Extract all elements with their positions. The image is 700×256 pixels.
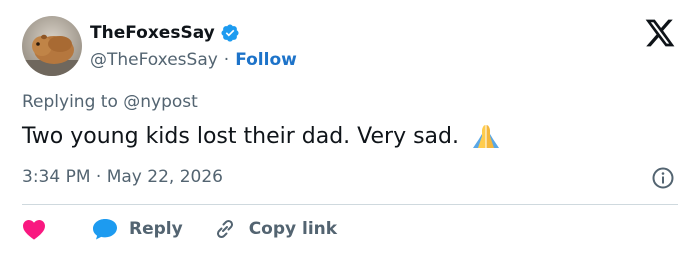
- speech-bubble-icon: [93, 219, 117, 240]
- copy-link-button[interactable]: Copy link: [213, 217, 337, 241]
- author-handle-row: @TheFoxesSay · Follow: [90, 48, 297, 72]
- avatar[interactable]: [22, 16, 82, 76]
- tweet-actions: Reply Copy link: [22, 214, 337, 244]
- guinea-pig-avatar-icon: [22, 16, 82, 76]
- tweet-timestamp[interactable]: 3:34 PM · May 22, 2026: [22, 167, 223, 187]
- tweet-card: TheFoxesSay @TheFoxesSay · Follow Replyi…: [0, 0, 700, 256]
- reply-button[interactable]: Reply: [91, 217, 183, 241]
- separator-dot: ·: [223, 50, 230, 70]
- tweet-text: Two young kids lost their dad. Very sad.: [22, 123, 459, 149]
- author-display-name[interactable]: TheFoxesSay: [90, 23, 215, 43]
- link-icon: [216, 219, 233, 239]
- divider: [22, 204, 678, 205]
- x-logo-icon[interactable]: [644, 18, 676, 48]
- info-icon[interactable]: [651, 166, 675, 190]
- tweet-text-row: Two young kids lost their dad. Very sad.: [22, 122, 503, 150]
- folded-hands-icon: [469, 122, 503, 150]
- like-button[interactable]: [22, 218, 46, 240]
- heart-icon: [23, 220, 45, 240]
- author-name-row: TheFoxesSay: [90, 20, 240, 46]
- follow-button[interactable]: Follow: [235, 50, 297, 70]
- verified-badge-icon: [220, 23, 240, 43]
- reply-label: Reply: [129, 219, 183, 239]
- replying-to-label: Replying to @nypost: [22, 92, 198, 112]
- author-handle[interactable]: @TheFoxesSay: [90, 50, 218, 70]
- copy-link-label: Copy link: [248, 219, 338, 239]
